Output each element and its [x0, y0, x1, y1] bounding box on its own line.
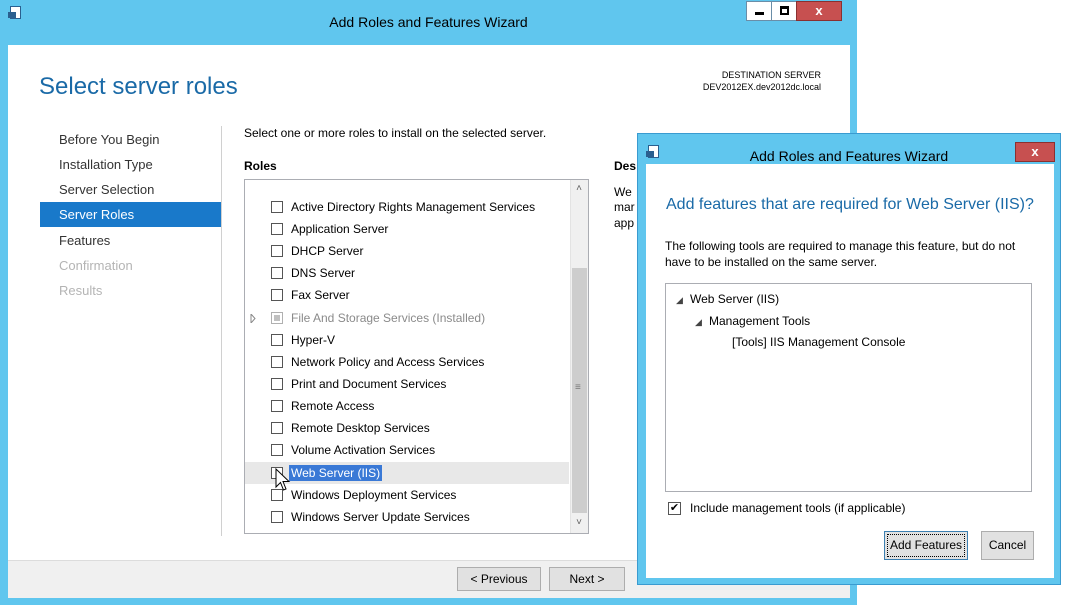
- role-label: File And Storage Services (Installed): [291, 311, 486, 325]
- role-label: Hyper-V: [291, 333, 336, 347]
- role-label: Network Policy and Access Services: [291, 355, 485, 369]
- list-item[interactable]: Application Server: [245, 218, 569, 240]
- list-item[interactable]: Remote Desktop Services: [245, 417, 569, 439]
- role-label: Fax Server: [291, 288, 350, 302]
- previous-button[interactable]: < Previous: [457, 567, 541, 591]
- role-label: Windows Server Update Services: [291, 510, 470, 524]
- expand-arrow-icon[interactable]: [250, 314, 256, 323]
- role-checkbox[interactable]: [271, 511, 283, 523]
- role-checkbox[interactable]: [271, 378, 283, 390]
- list-item[interactable]: File And Storage Services (Installed): [245, 307, 569, 329]
- close-button[interactable]: x: [796, 1, 842, 21]
- close-icon: x: [1031, 144, 1039, 159]
- list-item[interactable]: Print and Document Services: [245, 373, 569, 395]
- role-label: Remote Access: [291, 399, 375, 413]
- dialog-body-line-2: have to be installed on the same server.: [665, 255, 878, 269]
- role-label: Remote Desktop Services: [291, 421, 430, 435]
- destination-server-label: DESTINATION SERVER: [721, 70, 821, 80]
- nav-item-features[interactable]: Features: [40, 228, 221, 253]
- role-checkbox[interactable]: [271, 356, 283, 368]
- roles-header: Roles: [244, 159, 277, 173]
- dialog-body-line-1: The following tools are required to mana…: [665, 239, 1016, 253]
- list-item[interactable]: Fax Server: [245, 284, 569, 306]
- role-label: DHCP Server: [291, 244, 364, 258]
- scroll-grip-icon: ≡: [575, 382, 581, 393]
- maximize-button[interactable]: [771, 1, 797, 21]
- role-checkbox[interactable]: [271, 289, 283, 301]
- role-label: Print and Document Services: [291, 377, 447, 391]
- list-item[interactable]: DNS Server: [245, 262, 569, 284]
- mouse-cursor-icon: [275, 468, 291, 491]
- list-item[interactable]: Network Policy and Access Services: [245, 351, 569, 373]
- minimize-icon: [755, 12, 764, 15]
- main-titlebar[interactable]: Add Roles and Features Wizard x: [0, 0, 857, 45]
- role-label: Active Directory Rights Management Servi…: [291, 200, 536, 214]
- scroll-up-icon[interactable]: ˄: [571, 181, 587, 197]
- list-item[interactable]: DHCP Server: [245, 240, 569, 262]
- tree-item-label: Web Server (IIS): [690, 292, 780, 306]
- role-checkbox[interactable]: [271, 201, 283, 213]
- nav-item-results: Results: [59, 283, 103, 298]
- role-checkbox[interactable]: [271, 334, 283, 346]
- role-checkbox[interactable]: [271, 245, 283, 257]
- next-button[interactable]: Next >: [549, 567, 625, 591]
- tree-item-web-server[interactable]: ◢ Web Server (IIS): [676, 292, 779, 306]
- nav-divider: [221, 126, 222, 536]
- description-text-1: We: [614, 185, 632, 199]
- nav-item-before-you-begin[interactable]: Before You Begin: [40, 127, 221, 152]
- list-item[interactable]: Remote Access: [245, 395, 569, 417]
- list-item[interactable]: Windows Deployment Services: [245, 484, 569, 506]
- nav-item-server-selection[interactable]: Server Selection: [40, 177, 221, 202]
- page-title: Select server roles: [39, 73, 238, 100]
- roles-list[interactable]: Active Directory Rights Management Servi…: [244, 179, 589, 534]
- role-label: Volume Activation Services: [291, 443, 436, 457]
- description-header: Des: [614, 159, 637, 173]
- roles-scrollbar[interactable]: ˄ ≡ ˅: [570, 180, 588, 533]
- role-label: Application Server: [291, 222, 389, 236]
- nav-item-confirmation: Confirmation: [59, 258, 133, 273]
- nav-item-server-roles[interactable]: Server Roles: [40, 202, 221, 227]
- role-checkbox[interactable]: [271, 444, 283, 456]
- role-checkbox: [271, 312, 283, 324]
- role-label: Web Server (IIS): [289, 465, 383, 481]
- dialog-cancel-button[interactable]: Cancel: [981, 531, 1034, 560]
- features-tree[interactable]: ◢ Web Server (IIS) ◢ Management Tools [Too…: [665, 283, 1032, 492]
- dialog-title: Add Roles and Features Wizard: [749, 148, 949, 164]
- role-checkbox[interactable]: [271, 267, 283, 279]
- role-checkbox[interactable]: [271, 422, 283, 434]
- role-checkbox[interactable]: [271, 223, 283, 235]
- list-item[interactable]: Active Directory Rights Management Servi…: [245, 196, 569, 218]
- minimize-button[interactable]: [746, 1, 772, 21]
- collapse-triangle-icon[interactable]: ◢: [695, 317, 709, 328]
- roles-instruction: Select one or more roles to install on t…: [244, 126, 547, 140]
- role-label: Windows Deployment Services: [291, 488, 457, 502]
- dialog-heading: Add features that are required for Web S…: [666, 196, 1034, 213]
- collapse-triangle-icon[interactable]: ◢: [676, 295, 690, 306]
- list-item[interactable]: Hyper-V: [245, 329, 569, 351]
- include-management-tools-label: Include management tools (if applicable): [690, 501, 906, 515]
- nav-item-installation-type[interactable]: Installation Type: [40, 152, 221, 177]
- scroll-thumb[interactable]: ≡: [572, 268, 587, 513]
- destination-server-value: DEV2012EX.dev2012dc.local: [702, 82, 821, 92]
- main-window-title: Add Roles and Features Wizard: [329, 14, 528, 30]
- scroll-down-icon[interactable]: ˅: [571, 515, 587, 531]
- list-item[interactable]: Volume Activation Services: [245, 439, 569, 461]
- list-item[interactable]: Windows Server Update Services: [245, 506, 569, 528]
- tree-item-management-tools[interactable]: ◢ Management Tools: [695, 314, 810, 328]
- add-features-button[interactable]: Add Features: [884, 531, 968, 560]
- dialog-titlebar[interactable]: Add Roles and Features Wizard x: [637, 133, 1061, 164]
- tree-item-iis-console[interactable]: [Tools] IIS Management Console: [732, 335, 905, 349]
- role-checkbox[interactable]: [271, 400, 283, 412]
- maximize-icon: [780, 6, 789, 15]
- description-text-3: app: [614, 216, 635, 230]
- description-text-2: mar: [614, 200, 635, 214]
- dialog-close-button[interactable]: x: [1015, 142, 1055, 162]
- close-icon: x: [815, 3, 823, 18]
- role-label: DNS Server: [291, 266, 356, 280]
- tree-item-label: Management Tools: [709, 314, 811, 328]
- list-item[interactable]: Web Server (IIS): [245, 462, 569, 484]
- include-management-tools-checkbox[interactable]: ✔: [668, 502, 681, 515]
